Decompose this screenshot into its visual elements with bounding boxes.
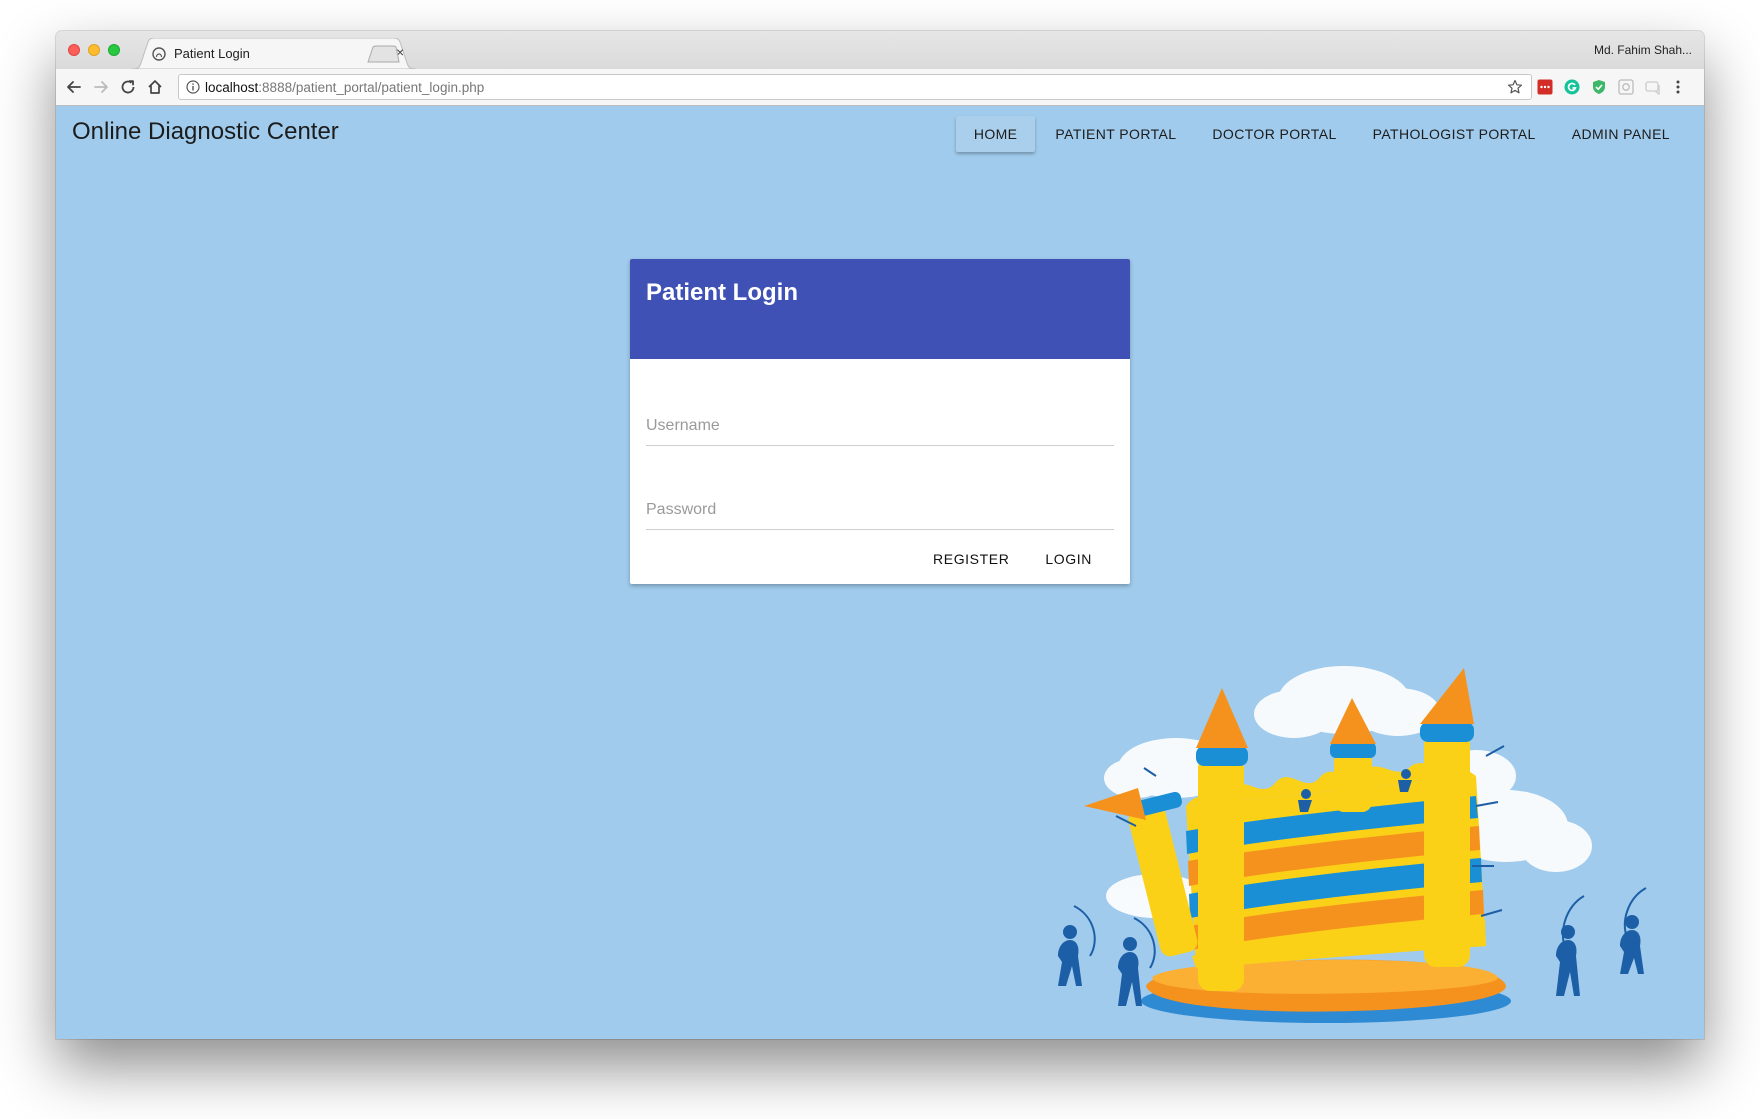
url-path: :8888/patient_portal/patient_login.php <box>258 80 485 95</box>
nav-patient-portal[interactable]: PATIENT PORTAL <box>1037 116 1194 152</box>
new-tab-button[interactable] <box>366 45 400 63</box>
extension-cast-icon[interactable] <box>1645 79 1661 95</box>
window-minimize-button[interactable] <box>88 44 100 56</box>
username-input[interactable] <box>646 407 1114 445</box>
login-actions: REGISTER LOGIN <box>915 542 1110 576</box>
username-field <box>646 407 1114 446</box>
home-icon[interactable] <box>146 78 164 96</box>
login-card: Patient Login REGISTER LOGIN <box>630 259 1130 584</box>
nav-pathologist-portal[interactable]: PATHOLOGIST PORTAL <box>1355 116 1554 152</box>
login-title: Patient Login <box>646 279 798 306</box>
window-maximize-button[interactable] <box>108 44 120 56</box>
browser-window: Patient Login × Md. Fahim Shah... localh… <box>56 31 1704 1039</box>
password-input[interactable] <box>646 491 1114 529</box>
lastpass-icon[interactable] <box>1537 79 1553 95</box>
bouncy-castle-illustration <box>1058 666 1647 1023</box>
reload-icon[interactable] <box>119 78 137 96</box>
login-card-header: Patient Login <box>630 259 1130 359</box>
register-button[interactable]: REGISTER <box>915 542 1027 576</box>
password-field <box>646 491 1114 530</box>
address-bar[interactable]: localhost:8888/patient_portal/patient_lo… <box>178 74 1532 100</box>
login-button[interactable]: LOGIN <box>1027 542 1110 576</box>
nav-home[interactable]: HOME <box>955 116 1036 152</box>
bookmark-star-icon[interactable] <box>1507 79 1523 95</box>
page-content: Online Diagnostic Center HOME PATIENT PO… <box>56 106 1704 1039</box>
nav-doctor-portal[interactable]: DOCTOR PORTAL <box>1194 116 1354 152</box>
browser-menu-icon[interactable] <box>1674 79 1682 95</box>
page-favicon-icon <box>152 47 166 61</box>
address-url: localhost:8888/patient_portal/patient_lo… <box>205 80 484 95</box>
browser-toolbar: localhost:8888/patient_portal/patient_lo… <box>56 69 1704 106</box>
url-host: localhost <box>205 80 259 95</box>
nav-admin-panel[interactable]: ADMIN PANEL <box>1554 116 1688 152</box>
back-arrow-icon[interactable] <box>65 78 83 96</box>
window-close-button[interactable] <box>68 44 80 56</box>
grammarly-icon[interactable] <box>1564 79 1580 95</box>
site-brand[interactable]: Online Diagnostic Center <box>72 118 339 146</box>
profile-name[interactable]: Md. Fahim Shah... <box>1594 43 1692 57</box>
site-info-icon[interactable] <box>186 80 200 94</box>
main-nav: HOME PATIENT PORTAL DOCTOR PORTAL PATHOL… <box>955 116 1688 152</box>
forward-arrow-icon[interactable] <box>92 78 110 96</box>
browser-titlebar: Patient Login × Md. Fahim Shah... <box>56 31 1704 69</box>
shield-extension-icon[interactable] <box>1591 79 1607 95</box>
tab-title: Patient Login <box>174 46 250 61</box>
extension-grid-icon[interactable] <box>1618 79 1634 95</box>
